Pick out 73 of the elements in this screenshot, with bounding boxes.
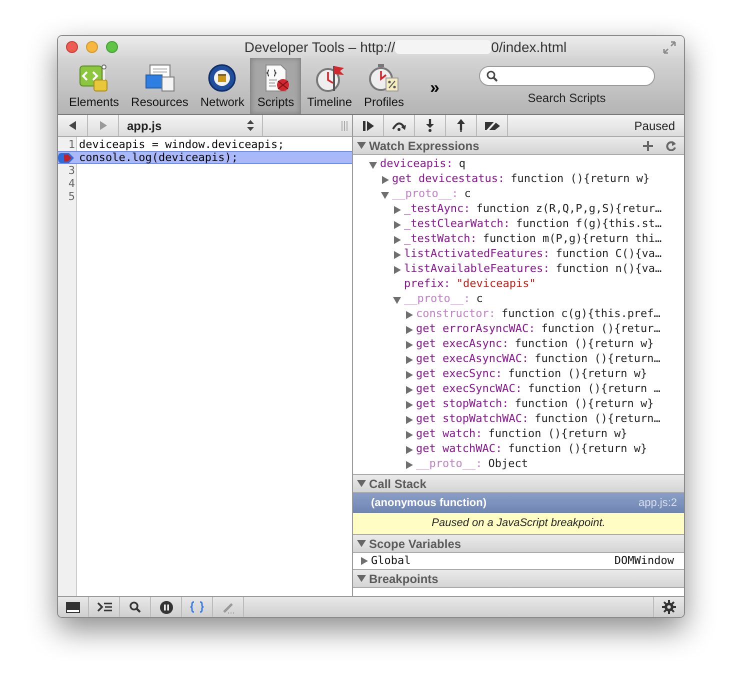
tree-item[interactable]: get execSync: function (){return w} xyxy=(353,367,684,382)
documents-icon xyxy=(144,63,176,93)
curved-arrow-icon xyxy=(392,120,406,130)
section-header[interactable]: Scope Variables xyxy=(353,535,684,553)
close-button[interactable] xyxy=(66,41,78,53)
debugger-status: Paused xyxy=(634,118,676,134)
resize-grip-icon[interactable] xyxy=(341,120,348,130)
code-line: console.log(deviceapis); xyxy=(78,151,238,164)
tree-item[interactable]: listActivatedFeatures: function C(){va… xyxy=(353,247,684,262)
tree-item[interactable]: __proto__: c xyxy=(353,292,684,307)
right-triangle-icon xyxy=(99,121,107,130)
section-header[interactable]: Breakpoints xyxy=(353,570,684,588)
tree-item[interactable]: get execSyncWAC: function (){return … xyxy=(353,382,684,397)
down-arrow-icon xyxy=(425,119,435,132)
panel-tab[interactable]: Timeline xyxy=(301,58,358,114)
tree-item[interactable]: listAvailableFeatures: function n(){va… xyxy=(353,262,684,277)
code-brackets-icon xyxy=(78,63,110,93)
tree-item[interactable]: __proto__: Object xyxy=(353,457,684,472)
tree-item[interactable]: _testClearWatch: function f(g){this.st… xyxy=(353,217,684,232)
panel-tab[interactable]: Scripts xyxy=(250,58,302,114)
window-title: Developer Tools – http:// xyxy=(244,38,396,57)
globe-plug-icon xyxy=(206,63,238,93)
panel-tab[interactable]: Network xyxy=(194,58,250,114)
tree-item[interactable]: __proto__: c xyxy=(353,187,684,202)
tree-item[interactable]: get stopWatchWAC: function (){return… xyxy=(353,412,684,427)
tree-item[interactable]: get stopWatch: function (){return w} xyxy=(353,397,684,412)
tree-item[interactable]: prefix: "deviceapis" xyxy=(353,277,684,292)
panel-tab[interactable]: Resources xyxy=(125,58,194,114)
panel-tab[interactable]: Elements xyxy=(63,58,126,114)
line-number: 5 xyxy=(68,190,75,203)
tree-item[interactable]: _testWatch: function m(P,g){return thi… xyxy=(353,232,684,247)
up-down-arrows-icon xyxy=(247,120,254,131)
tree-item[interactable]: deviceapis: q xyxy=(353,157,684,172)
panel-tab[interactable]: Profiles xyxy=(358,58,410,114)
line-number: 3 xyxy=(68,164,75,177)
pause-icon xyxy=(160,600,172,614)
section-header[interactable]: Call Stack xyxy=(353,475,684,493)
tree-item[interactable]: constructor: function c(g){this.pref… xyxy=(353,307,684,322)
up-arrow-icon xyxy=(456,119,466,132)
tree-item[interactable]: get devicestatus: function (){return w} xyxy=(353,172,684,187)
code-line: deviceapis = window.deviceapis; xyxy=(78,138,284,151)
line-number: 1 xyxy=(68,138,75,151)
left-triangle-icon xyxy=(68,121,76,130)
line-number: 4 xyxy=(68,177,75,190)
window-title: 0/index.html xyxy=(491,38,567,56)
paused-message: Paused on a JavaScript breakpoint. xyxy=(353,513,684,535)
overflow-button[interactable]: » xyxy=(430,75,440,101)
file-select[interactable]: app.js xyxy=(119,115,263,136)
section-header[interactable]: Watch Expressions xyxy=(353,137,684,155)
settings-icon xyxy=(662,600,676,614)
tree-item[interactable]: _testAync: function z(R,Q,P,g,S){retur… xyxy=(353,202,684,217)
clock-flag-icon xyxy=(314,63,346,93)
search-field[interactable] xyxy=(478,66,655,86)
stopwatch-icon xyxy=(368,63,400,93)
tree-item[interactable]: get execAsync: function (){return w} xyxy=(353,337,684,352)
prompt-icon xyxy=(96,602,112,612)
pencil-icon xyxy=(222,600,234,614)
frame-location: app.js:2 xyxy=(638,496,677,511)
zoom-button[interactable] xyxy=(106,41,118,53)
add-icon xyxy=(643,140,653,150)
search-caption: Search Scripts xyxy=(528,90,606,106)
search-icon xyxy=(129,601,141,613)
tree-item[interactable]: get execAsyncWAC: function (){return… xyxy=(353,352,684,367)
tree-item[interactable]: get watchWAC: function (){return w} xyxy=(353,442,684,457)
crossed-breakpoint-icon xyxy=(483,120,501,131)
braces-icon xyxy=(190,601,204,613)
fullscreen-icon[interactable] xyxy=(663,40,676,54)
search-icon xyxy=(486,70,498,82)
play-icon xyxy=(362,120,374,130)
tree-item[interactable]: get errorAsyncWAC: function (){retur… xyxy=(353,322,684,337)
refresh-icon xyxy=(666,140,676,150)
tree-item[interactable]: get watch: function (){return w} xyxy=(353,427,684,442)
window-icon xyxy=(66,602,80,612)
